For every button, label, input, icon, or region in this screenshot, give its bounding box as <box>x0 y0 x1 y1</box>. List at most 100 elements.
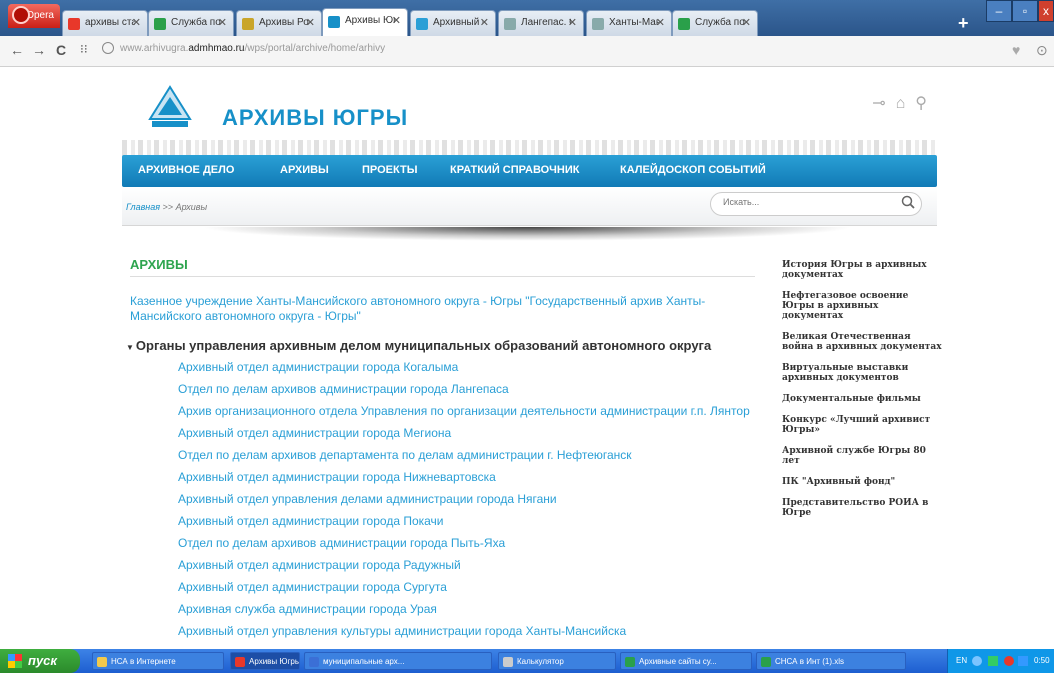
archive-link[interactable]: Архивный отдел администрации города Меги… <box>178 423 755 445</box>
browser-tabbar: Opera архивы старо...✕Служба по де...✕Ар… <box>0 0 1054 36</box>
search-box <box>710 192 922 216</box>
sidebar-link[interactable]: История Югры в архивных документах <box>782 260 942 280</box>
tab-label: Архивы Югры: ... <box>345 15 395 26</box>
archive-link[interactable]: Архив организационного отдела Управления… <box>178 401 755 423</box>
taskbar-app-icon <box>503 657 513 667</box>
windows-taskbar: пуск НСА в Интернете Архивы Югры: Архи...… <box>0 649 1054 673</box>
archive-link[interactable]: Архивный отдел управления культуры админ… <box>178 621 755 643</box>
tab-label: Служба по де... <box>695 17 745 28</box>
browser-tab[interactable]: Лангепас. Офи...✕ <box>498 10 584 36</box>
browser-tab[interactable]: Служба по де...✕ <box>672 10 758 36</box>
taskbar-item[interactable]: Архивные сайты су... <box>620 652 752 670</box>
sidebar-link[interactable]: Великая Отечественная война в архивных д… <box>782 332 942 352</box>
browser-tab[interactable]: Архивный отд...✕ <box>410 10 496 36</box>
close-tab-icon[interactable]: ✕ <box>306 16 315 29</box>
opera-tray-icon[interactable] <box>1004 656 1014 666</box>
archive-link[interactable]: Архивный отдел администрации города Нижн… <box>178 467 755 489</box>
archive-link[interactable]: Архивный отдел управления делами админис… <box>178 489 755 511</box>
opera-menu-button[interactable]: Opera <box>8 4 60 28</box>
archive-link[interactable]: Архивный отдел администрации города Пока… <box>178 511 755 533</box>
close-tab-icon[interactable]: ✕ <box>568 16 577 29</box>
taskbar-item[interactable]: НСА в Интернете <box>92 652 224 670</box>
close-tab-icon[interactable]: ✕ <box>392 14 401 27</box>
archive-link[interactable]: Архивный отдел администрации города Сург… <box>178 577 755 599</box>
url-host: www.arhivugra. <box>120 43 189 54</box>
close-tab-icon[interactable]: ✕ <box>656 16 665 29</box>
start-label: пуск <box>28 653 57 668</box>
taskbar-item[interactable]: Архивы Югры: Архи... <box>230 652 300 670</box>
browser-tab[interactable]: Архивы Росси...✕ <box>236 10 322 36</box>
nav-item[interactable]: КРАТКИЙ СПРАВОЧНИК <box>450 164 579 176</box>
sidebar-link[interactable]: ПК "Архивный фонд" <box>782 477 942 487</box>
back-arrow-icon[interactable]: ← <box>10 42 24 58</box>
header-icons: ⊸⌂⚲ <box>872 93 937 113</box>
tray-app-icon[interactable] <box>988 656 998 666</box>
sidebar-link[interactable]: Представительство РОИА в Югре <box>782 498 942 518</box>
close-tab-icon[interactable]: ✕ <box>480 16 489 29</box>
taskbar-item[interactable]: СНСА в Инт (1).xls <box>756 652 906 670</box>
breadcrumb-home-link[interactable]: Главная <box>126 202 160 212</box>
search-icon[interactable] <box>901 195 915 209</box>
nav-item[interactable]: АРХИВНОЕ ДЕЛО <box>138 164 234 176</box>
browser-tab[interactable]: Архивы Югры: ...✕ <box>322 8 408 36</box>
windows-logo-icon <box>8 654 22 668</box>
main-content: АРХИВЫ Казенное учреждение Ханты-Мансийс… <box>126 257 755 643</box>
taskbar-item[interactable]: Калькулятор <box>498 652 616 670</box>
site-info-icon[interactable] <box>102 42 114 54</box>
archive-link[interactable]: Архивный отдел администрации города Раду… <box>178 555 755 577</box>
browser-tab[interactable]: Служба по де...✕ <box>148 10 234 36</box>
nav-item[interactable]: КАЛЕЙДОСКОП СОБЫТИЙ <box>620 164 766 176</box>
language-indicator[interactable]: EN <box>956 649 967 673</box>
sidebar-link[interactable]: Конкурс «Лучший архивист Югры» <box>782 415 942 435</box>
minimize-button[interactable]: – <box>986 0 1012 22</box>
sidebar-link[interactable]: Документальные фильмы <box>782 394 942 404</box>
reload-icon[interactable]: C <box>56 42 66 58</box>
url-field[interactable]: www.arhivugra.admhmao.ru/wps/portal/arch… <box>102 42 385 54</box>
heart-icon[interactable]: ♥ <box>1012 42 1020 58</box>
archive-link[interactable]: Архивная служба администрации города Ура… <box>178 599 755 621</box>
taskbar-app-icon <box>761 657 771 667</box>
monitor-icon[interactable] <box>1018 656 1028 666</box>
extensions-icon[interactable]: ⊙ <box>1036 42 1048 59</box>
nav-item[interactable]: ПРОЕКТЫ <box>362 164 417 176</box>
page-icon <box>592 18 604 30</box>
nav-item[interactable]: АРХИВЫ <box>280 164 329 176</box>
sitemap-icon[interactable]: ⚲ <box>915 95 937 112</box>
key-icon[interactable]: ⊸ <box>872 95 895 112</box>
close-tab-icon[interactable]: ✕ <box>218 16 227 29</box>
breadcrumb-current: Архивы <box>175 202 208 212</box>
network-icon[interactable] <box>972 656 982 666</box>
taskbar-item-label: Архивные сайты су... <box>639 657 717 666</box>
speed-dial-icon[interactable]: ⁝⁝ <box>80 42 88 56</box>
sidebar-link[interactable]: Виртуальные выставки архивных документов <box>782 363 942 383</box>
new-tab-button[interactable]: + <box>958 13 969 34</box>
close-tab-icon[interactable]: ✕ <box>132 16 141 29</box>
sidebar-link[interactable]: Архивной службе Югры 80 лет <box>782 446 942 466</box>
archive-link[interactable]: Архивный отдел администрации города Кога… <box>178 357 755 379</box>
close-window-button[interactable]: x <box>1038 0 1054 22</box>
opera-menu-label: Opera <box>26 10 54 21</box>
archive-link[interactable]: Отдел по делам архивов администрации гор… <box>178 533 755 555</box>
system-tray: EN 0:50 <box>947 649 1054 673</box>
browser-tab[interactable]: архивы старо...✕ <box>62 10 148 36</box>
forward-arrow-icon[interactable]: → <box>32 42 46 58</box>
taskbar-item[interactable]: муниципальные арх... <box>304 652 492 670</box>
start-button[interactable]: пуск <box>0 649 80 673</box>
search-input[interactable] <box>721 196 895 208</box>
breadcrumb-separator: >> <box>160 202 176 212</box>
close-tab-icon[interactable]: ✕ <box>742 16 751 29</box>
group-heading[interactable]: ▼ Органы управления архивным делом муници… <box>126 338 755 353</box>
home-icon[interactable]: ⌂ <box>896 95 916 112</box>
archive-link[interactable]: Отдел по делам архивов департамента по д… <box>178 445 755 467</box>
maximize-button[interactable]: ▫ <box>1012 0 1038 22</box>
sidebar-link[interactable]: Нефтегазовое освоение Югры в архивных до… <box>782 291 942 321</box>
url-domain: admhmao.ru <box>188 43 245 54</box>
archive-link[interactable]: Отдел по делам архивов администрации гор… <box>178 379 755 401</box>
state-archive-link[interactable]: Казенное учреждение Ханты-Мансийского ав… <box>130 294 755 324</box>
site-logo-icon[interactable] <box>146 83 194 131</box>
site-title[interactable]: АРХИВЫ ЮГРЫ <box>222 105 408 131</box>
expand-triangle-icon[interactable]: ▼ <box>126 343 134 352</box>
clock: 0:50 <box>1034 656 1050 665</box>
taskbar-app-icon <box>235 657 245 667</box>
browser-tab[interactable]: Ханты-Мансийс...✕ <box>586 10 672 36</box>
